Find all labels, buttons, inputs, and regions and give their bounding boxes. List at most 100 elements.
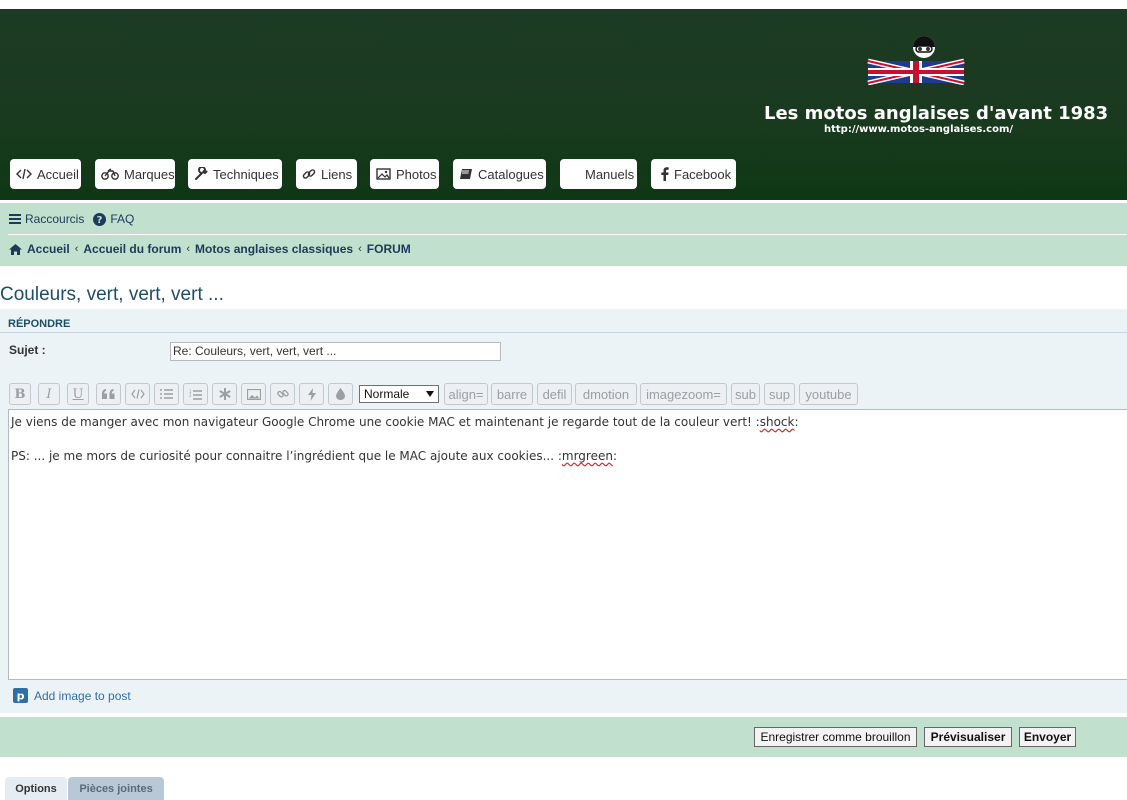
quick-links: Raccourcis ? FAQ: [9, 212, 134, 226]
link-button[interactable]: [270, 383, 295, 405]
code-button[interactable]: [125, 383, 150, 405]
flash-icon: [307, 387, 316, 401]
nav-label: Marques: [124, 166, 175, 182]
svg-text:?: ?: [97, 215, 103, 226]
ordered-list-button[interactable]: 12: [183, 383, 208, 405]
divider: [0, 332, 1127, 333]
italic-button[interactable]: I: [38, 383, 60, 405]
dmotion-button[interactable]: dmotion: [575, 383, 637, 405]
nav-liens[interactable]: Liens: [296, 159, 357, 189]
postimage-icon: p: [13, 688, 28, 703]
svg-text:2: 2: [189, 393, 192, 398]
submit-bar: Enregistrer comme brouillon Prévisualise…: [0, 717, 1127, 757]
add-image-link[interactable]: p Add image to post: [13, 688, 131, 703]
reply-panel: RÉPONDRE Sujet : Re: Couleurs, vert, ver…: [0, 309, 1127, 713]
breadcrumb-forum-index[interactable]: Accueil du forum: [83, 242, 181, 256]
image-button[interactable]: [241, 383, 266, 405]
site-logo[interactable]: [866, 35, 966, 85]
smiley-code: shock: [759, 415, 795, 429]
youtube-button[interactable]: youtube: [799, 383, 858, 405]
nav-label: Techniques: [213, 166, 279, 182]
tab-options[interactable]: Options: [5, 777, 67, 800]
nav-manuels[interactable]: Manuels: [560, 159, 637, 189]
barre-button[interactable]: barre: [491, 383, 533, 405]
submit-button[interactable]: Envoyer: [1019, 727, 1076, 747]
motorcycle-icon: [101, 168, 119, 180]
breadcrumb-accueil[interactable]: Accueil: [27, 242, 70, 256]
nav-label: Liens: [321, 166, 353, 182]
chevron-left-icon: ‹: [358, 243, 362, 255]
book-icon: [460, 168, 472, 179]
list-button[interactable]: [154, 383, 179, 405]
font-size-select[interactable]: Normale: [359, 385, 439, 403]
nav-marques[interactable]: Marques: [95, 159, 175, 189]
underline-button[interactable]: U: [67, 383, 89, 405]
sup-button[interactable]: sup: [764, 383, 795, 405]
nav-label: Accueil: [37, 166, 79, 182]
flash-button[interactable]: [299, 383, 324, 405]
nav-label: Photos: [396, 166, 437, 182]
wrench-icon: [195, 167, 208, 180]
imagezoom-button[interactable]: imagezoom=: [640, 383, 727, 405]
site-title: Les motos anglaises d'avant 1983: [764, 103, 1109, 124]
preview-button[interactable]: Prévisualiser: [924, 727, 1012, 747]
breadcrumb: Accueil ‹ Accueil du forum ‹ Motos angla…: [9, 242, 411, 256]
font-size-value: Normale: [364, 387, 410, 401]
save-draft-button[interactable]: Enregistrer comme brouillon: [754, 727, 917, 747]
tab-attachments[interactable]: Pièces jointes: [68, 777, 164, 800]
site-header: Les motos anglaises d'avant 1983 http://…: [0, 9, 1127, 200]
code-icon: [16, 168, 32, 180]
message-text: Je viens de manger avec mon navigateur G…: [11, 415, 760, 429]
quote-button[interactable]: [96, 383, 121, 405]
raccourcis-link[interactable]: Raccourcis: [25, 212, 84, 226]
image-icon: [246, 388, 261, 400]
message-textarea[interactable]: Je viens de manger avec mon navigateur G…: [8, 409, 1127, 680]
color-button[interactable]: [328, 383, 353, 405]
bold-button[interactable]: B: [9, 383, 31, 405]
menu-icon: [9, 214, 21, 224]
navbar: Raccourcis ? FAQ Accueil ‹ Accueil du fo…: [0, 203, 1127, 266]
code-icon: [130, 389, 145, 399]
asterisk-icon: [218, 388, 231, 400]
nav-label: Manuels: [585, 166, 635, 182]
faq-link[interactable]: FAQ: [110, 212, 134, 226]
message-text: PS: ... je me mors de curiosité pour con…: [11, 449, 562, 463]
picture-icon: [376, 168, 391, 180]
align-button[interactable]: align=: [444, 383, 488, 405]
topic-title[interactable]: Couleurs, vert, vert, vert ...: [0, 284, 224, 306]
chevron-left-icon: ‹: [186, 243, 191, 255]
svg-text:p: p: [17, 690, 25, 703]
defil-button[interactable]: defil: [537, 383, 572, 405]
color-icon: [336, 388, 345, 400]
subject-input[interactable]: Re: Couleurs, vert, vert, vert ...: [170, 342, 501, 361]
question-circle-icon: ?: [93, 212, 107, 226]
link-icon: [302, 169, 316, 179]
quote-icon: [102, 389, 115, 399]
smiley-code: mrgreen: [561, 449, 613, 463]
nav-techniques[interactable]: Techniques: [188, 159, 282, 189]
message-text: :: [794, 415, 799, 429]
reply-heading: RÉPONDRE: [8, 318, 71, 330]
caret-down-icon: [426, 391, 434, 397]
nav-catalogues[interactable]: Catalogues: [453, 159, 546, 189]
list-icon: [160, 389, 173, 399]
sub-button[interactable]: sub: [731, 383, 760, 405]
message-line: Je viens de manger avec mon navigateur G…: [11, 414, 1125, 431]
subject-label: Sujet :: [9, 343, 46, 357]
site-url[interactable]: http://www.motos-anglaises.com/: [824, 124, 1013, 135]
breadcrumb-category[interactable]: Motos anglaises classiques: [195, 242, 353, 256]
breadcrumb-forum[interactable]: FORUM: [367, 242, 411, 256]
nav-photos[interactable]: Photos: [370, 159, 439, 189]
nav-label: Catalogues: [478, 166, 544, 182]
nav-facebook[interactable]: Facebook: [651, 159, 736, 189]
add-image-label: Add image to post: [34, 688, 131, 703]
chevron-left-icon: ‹: [74, 243, 79, 255]
asterisk-button[interactable]: [212, 383, 237, 405]
nav-label: Facebook: [674, 166, 732, 182]
message-text: :: [612, 449, 618, 463]
ordered-list-icon: 12: [189, 389, 202, 400]
nav-accueil[interactable]: Accueil: [10, 159, 81, 189]
navbar-divider: [8, 234, 1127, 235]
link-icon: [276, 389, 289, 398]
